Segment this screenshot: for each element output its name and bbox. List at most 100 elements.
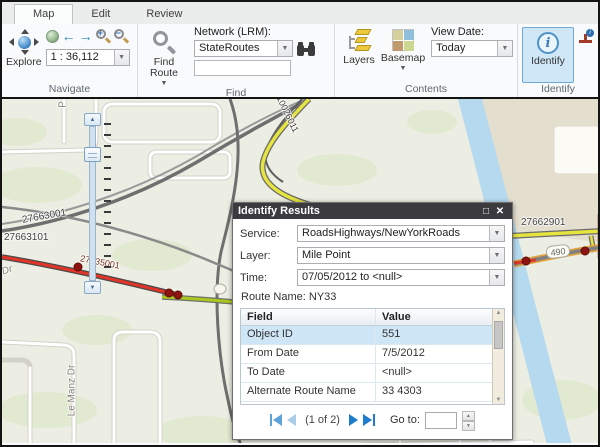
building-footprint bbox=[554, 126, 598, 174]
tab-review[interactable]: Review bbox=[128, 5, 200, 24]
zoom-slider-handle[interactable] bbox=[84, 147, 101, 162]
identify-route-locations-icon[interactable]: i bbox=[578, 29, 594, 45]
layers-icon bbox=[347, 29, 371, 53]
group-label-navigate: Navigate bbox=[2, 83, 137, 97]
group-label-contents: Contents bbox=[335, 83, 517, 97]
basemap-button[interactable]: Basemap ▼ bbox=[379, 26, 427, 83]
time-combo[interactable]: 07/05/2012 to <null> ▼ bbox=[297, 269, 505, 286]
street-label-p: P bbox=[58, 97, 69, 117]
full-extent-icon[interactable] bbox=[46, 30, 59, 43]
layer-combo[interactable]: Mile Point ▼ bbox=[297, 247, 505, 264]
identify-button[interactable]: i Identify bbox=[522, 27, 574, 83]
chevron-down-icon[interactable]: ▼ bbox=[489, 248, 504, 263]
binoculars-icon[interactable] bbox=[297, 42, 315, 56]
table-row[interactable]: From Date 7/5/2012 bbox=[241, 345, 504, 364]
table-scrollbar[interactable]: ▲ ▼ bbox=[492, 309, 504, 404]
group-navigate: Explore ← → + − 1 : 36,112 ▼ bbox=[2, 24, 138, 97]
network-lrm-label: Network (LRM): bbox=[194, 26, 315, 40]
zoom-slider-down-button[interactable]: ▼ bbox=[84, 281, 101, 294]
view-date-combo[interactable]: Today ▼ bbox=[431, 40, 513, 57]
layers-button[interactable]: Layers bbox=[339, 26, 379, 83]
group-identify: i Identify i Identify bbox=[518, 24, 598, 97]
chevron-down-icon[interactable]: ▼ bbox=[489, 226, 504, 241]
scroll-up-icon[interactable]: ▲ bbox=[493, 310, 504, 316]
find-route-icon bbox=[152, 31, 176, 55]
map-scale-value: 1 : 36,112 bbox=[47, 50, 114, 65]
tab-map[interactable]: Map bbox=[14, 4, 73, 24]
table-row[interactable]: Alternate Route Name 33 4303 bbox=[241, 383, 504, 402]
ribbon: Map Edit Review Explore bbox=[2, 2, 598, 97]
chevron-down-icon[interactable]: ▼ bbox=[497, 41, 512, 56]
table-row[interactable]: Object ID 551 bbox=[241, 326, 504, 345]
spinner-down-icon[interactable]: ▼ bbox=[462, 421, 475, 431]
last-page-button[interactable] bbox=[363, 414, 375, 426]
service-value: RoadsHighways/NewYorkRoads bbox=[298, 226, 489, 241]
basemap-label: Basemap bbox=[381, 53, 425, 64]
first-page-button[interactable] bbox=[270, 414, 282, 426]
table-header: Field Value bbox=[241, 309, 504, 326]
previous-page-button[interactable] bbox=[287, 414, 296, 426]
chevron-down-icon[interactable]: ▼ bbox=[489, 270, 504, 285]
time-label: Time: bbox=[240, 272, 297, 284]
view-date-value: Today bbox=[432, 41, 497, 56]
zoom-out-icon[interactable]: − bbox=[114, 29, 129, 44]
service-combo[interactable]: RoadsHighways/NewYorkRoads ▼ bbox=[297, 225, 505, 242]
time-value: 07/05/2012 to <null> bbox=[298, 270, 489, 285]
zoom-slider-up-button[interactable]: ▲ bbox=[84, 113, 101, 126]
next-extent-icon[interactable]: → bbox=[79, 30, 93, 43]
small-route-shield bbox=[214, 284, 226, 294]
green-route-segment bbox=[162, 297, 235, 302]
next-page-button[interactable] bbox=[349, 414, 358, 426]
goto-spinner[interactable]: ▲ ▼ bbox=[462, 411, 475, 429]
layer-label: Layer: bbox=[240, 250, 297, 262]
basemap-icon bbox=[392, 29, 414, 51]
identify-icon: i bbox=[537, 32, 559, 54]
street-label-lemanz: Le Manz Dr bbox=[67, 361, 78, 421]
value-column-header: Value bbox=[376, 309, 504, 325]
explore-button[interactable]: Explore bbox=[6, 26, 42, 83]
pagination-bar: (1 of 2) Go to: ▲ ▼ bbox=[240, 405, 505, 435]
application-window: Map Edit Review Explore bbox=[0, 0, 600, 447]
scrollbar-thumb[interactable] bbox=[494, 321, 503, 349]
route-name-value: NY33 bbox=[309, 291, 337, 303]
identify-label: Identify bbox=[531, 56, 565, 67]
tab-edit[interactable]: Edit bbox=[73, 5, 128, 24]
attributes-table: Field Value Object ID 551 From Date 7/5/… bbox=[240, 308, 505, 405]
layers-label: Layers bbox=[343, 55, 375, 66]
map-scale-combo[interactable]: 1 : 36,112 ▼ bbox=[46, 49, 130, 66]
route-label-27662901: 27662901 bbox=[521, 217, 566, 228]
network-lrm-value: StateRoutes bbox=[195, 41, 277, 56]
group-find: FindRoute ▼ Network (LRM): StateRoutes ▼ bbox=[138, 24, 335, 97]
goto-page-input[interactable] bbox=[425, 412, 457, 429]
maximize-icon[interactable]: □ bbox=[479, 206, 493, 217]
route-value-input[interactable] bbox=[194, 60, 291, 76]
group-label-identify: Identify bbox=[518, 83, 598, 97]
find-route-button[interactable]: FindRoute ▼ bbox=[142, 26, 186, 87]
close-icon[interactable]: ✕ bbox=[493, 206, 507, 217]
group-contents: Layers Basemap ▼ View Date: Today ▼ bbox=[335, 24, 518, 97]
network-lrm-combo[interactable]: StateRoutes ▼ bbox=[194, 40, 293, 57]
route-name-label: Route Name: bbox=[241, 291, 306, 303]
explore-label: Explore bbox=[6, 57, 42, 68]
view-date-label: View Date: bbox=[431, 26, 513, 40]
dialog-titlebar[interactable]: Identify Results □ ✕ bbox=[233, 203, 512, 219]
layer-value: Mile Point bbox=[298, 248, 489, 263]
map-view[interactable]: 27663001 27663101 27935001 27662901 1002… bbox=[2, 97, 598, 443]
chevron-down-icon: ▼ bbox=[161, 80, 168, 87]
page-indicator: (1 of 2) bbox=[305, 414, 340, 426]
route-label-27663101: 27663101 bbox=[4, 232, 49, 243]
field-column-header: Field bbox=[241, 309, 376, 325]
zoom-in-icon[interactable]: + bbox=[96, 29, 111, 44]
zoom-slider-ticks bbox=[104, 123, 111, 277]
chevron-down-icon[interactable]: ▼ bbox=[277, 41, 292, 56]
table-row[interactable]: To Date <null> bbox=[241, 364, 504, 383]
previous-extent-icon[interactable]: ← bbox=[62, 30, 76, 43]
chevron-down-icon[interactable]: ▼ bbox=[114, 50, 129, 65]
dialog-title: Identify Results bbox=[238, 205, 320, 217]
ribbon-tabbar: Map Edit Review bbox=[2, 2, 598, 24]
service-label: Service: bbox=[240, 228, 297, 240]
explore-icon bbox=[9, 29, 39, 55]
scroll-down-icon[interactable]: ▼ bbox=[493, 397, 504, 403]
spinner-up-icon[interactable]: ▲ bbox=[462, 411, 475, 421]
goto-label: Go to: bbox=[390, 414, 420, 426]
